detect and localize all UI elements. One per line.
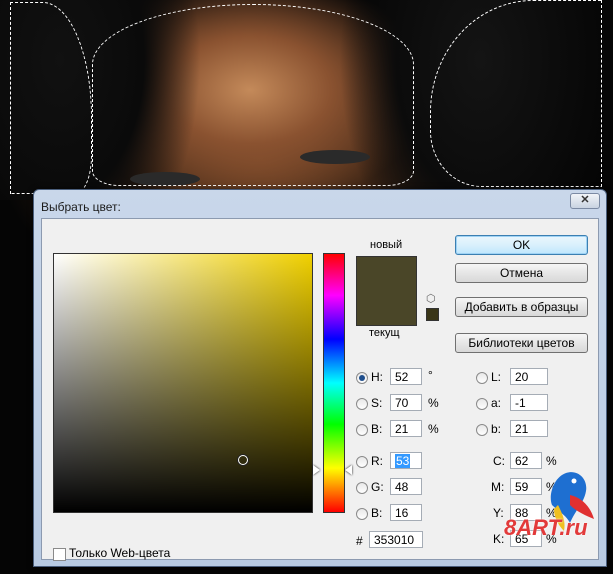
c-label: C: (493, 454, 505, 468)
blue-label: B: (371, 506, 383, 520)
gamut-cube-icon[interactable]: ⬡ (426, 292, 436, 305)
web-colors-only-checkbox[interactable] (53, 548, 66, 561)
hex-input[interactable]: 353010 (369, 531, 423, 548)
selection-marquee[interactable] (92, 4, 414, 186)
r-input[interactable]: 53 (390, 452, 422, 469)
ok-button[interactable]: OK (455, 235, 588, 255)
add-to-swatches-button[interactable]: Добавить в образцы (455, 297, 588, 317)
g-label: G: (371, 480, 384, 494)
current-color-label: текущ (369, 327, 400, 339)
b-radio[interactable] (356, 424, 368, 436)
k-label: K: (493, 532, 505, 546)
lab-b-label: b: (491, 422, 502, 436)
h-radio[interactable] (356, 372, 368, 384)
new-color-swatch (356, 256, 417, 326)
brightness-input[interactable]: 21 (390, 420, 422, 437)
a-label: a: (491, 396, 502, 410)
a-input[interactable]: -1 (510, 394, 548, 411)
l-input[interactable]: 20 (510, 368, 548, 385)
h-input[interactable]: 52 (390, 368, 422, 385)
dialog-title: Выбрать цвет: (41, 200, 121, 214)
hex-label: # (356, 534, 363, 548)
blue-radio[interactable] (356, 508, 368, 520)
m-label: M: (491, 480, 505, 494)
blue-input[interactable]: 16 (390, 504, 422, 521)
s-label: S: (371, 396, 383, 410)
new-color-label: новый (370, 239, 403, 251)
h-label: H: (371, 370, 383, 384)
title-bar[interactable]: Выбрать цвет: ✕ (34, 190, 606, 214)
web-safe-swatch[interactable] (426, 308, 439, 321)
l-label: L: (491, 370, 502, 384)
color-picker-marker[interactable] (238, 455, 248, 465)
s-unit: % (428, 396, 439, 410)
color-libraries-button[interactable]: Библиотеки цветов (455, 333, 588, 353)
r-input-selected-text: 53 (395, 454, 411, 468)
l-radio[interactable] (476, 372, 488, 384)
g-input[interactable]: 48 (390, 478, 422, 495)
hue-slider-left-arrow-icon[interactable] (313, 465, 320, 475)
lab-b-input[interactable]: 21 (510, 420, 548, 437)
hue-slider-right-arrow-icon[interactable] (345, 465, 352, 475)
cancel-button[interactable]: Отмена (455, 263, 588, 283)
lab-b-radio[interactable] (476, 424, 488, 436)
dialog-client: новый текущ ⬡ OK Отмена Добавить в образ… (41, 218, 599, 561)
r-label: R: (371, 454, 383, 468)
color-field[interactable] (53, 253, 313, 513)
r-radio[interactable] (356, 456, 368, 468)
y-label: Y: (493, 506, 504, 520)
close-icon[interactable]: ✕ (570, 193, 600, 209)
web-colors-only-label: Только Web-цвета (69, 546, 171, 560)
a-radio[interactable] (476, 398, 488, 410)
g-radio[interactable] (356, 482, 368, 494)
s-radio[interactable] (356, 398, 368, 410)
h-unit: ° (428, 368, 433, 382)
s-input[interactable]: 70 (390, 394, 422, 411)
b-label: B: (371, 422, 383, 436)
hue-slider[interactable] (323, 253, 345, 513)
b-unit: % (428, 422, 439, 436)
color-picker-dialog: Выбрать цвет: ✕ новый текущ ⬡ OK Отмена … (33, 189, 607, 567)
watermark-text: 8ART.ru (504, 515, 588, 540)
